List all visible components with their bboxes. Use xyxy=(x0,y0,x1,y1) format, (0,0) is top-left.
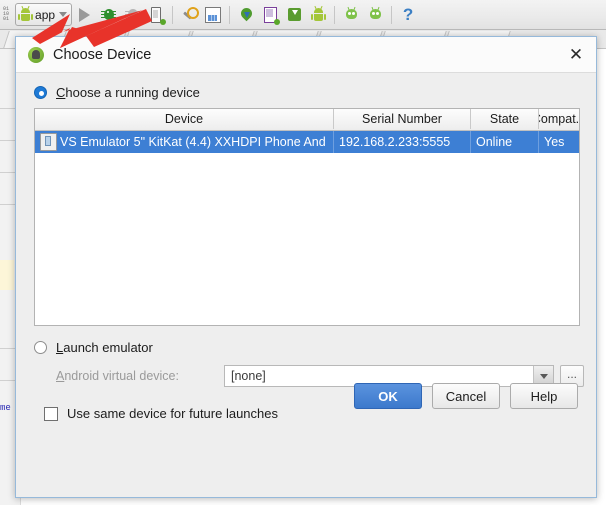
column-header-compatible[interactable]: Compat... xyxy=(539,109,579,129)
cancel-button[interactable]: Cancel xyxy=(432,383,500,409)
phone-device-icon xyxy=(40,133,57,151)
toolbar-separator-2 xyxy=(229,5,231,24)
close-icon[interactable]: ✕ xyxy=(566,45,586,65)
chevron-down-icon xyxy=(59,12,68,17)
ok-button[interactable]: OK xyxy=(354,383,422,409)
cell-device-text: VS Emulator 5" KitKat (4.4) XXHDPI Phone… xyxy=(60,135,326,149)
avd-label: Android virtual device: xyxy=(56,369,179,383)
choose-running-device-radio[interactable]: Choose a running device xyxy=(16,73,596,106)
ide-main-toolbar: 01 10 01 app ? xyxy=(0,0,606,30)
dialog-body: Choose a running device Device Serial Nu… xyxy=(16,73,596,421)
layout-inspector-icon[interactable] xyxy=(202,4,224,26)
choose-device-dialog: Choose Device ✕ Choose a running device … xyxy=(15,36,597,498)
table-row[interactable]: VS Emulator 5" KitKat (4.4) XXHDPI Phone… xyxy=(35,131,579,153)
sdk-download-icon[interactable] xyxy=(283,4,305,26)
radio-launch-emulator-indicator xyxy=(34,341,47,354)
column-header-state[interactable]: State xyxy=(471,109,539,129)
alien-icon-1[interactable] xyxy=(340,4,362,26)
device-table[interactable]: Device Serial Number State Compat... VS … xyxy=(34,108,580,326)
radio-running-device-label: Choose a running device xyxy=(56,85,200,100)
avd-selected-value: [none] xyxy=(231,369,266,383)
toolbar-separator-4 xyxy=(391,5,393,24)
location-icon[interactable] xyxy=(235,4,257,26)
radio-running-device-indicator xyxy=(34,86,47,99)
toolbar-separator-1 xyxy=(172,5,174,24)
attach-debugger-icon[interactable] xyxy=(121,4,143,26)
column-header-device[interactable]: Device xyxy=(35,109,334,129)
run-config-label: app xyxy=(35,7,56,22)
help-icon[interactable]: ? xyxy=(397,4,419,26)
device-monitor-icon[interactable] xyxy=(259,4,281,26)
android-avatar-icon xyxy=(28,46,44,63)
column-header-serial-number[interactable]: Serial Number xyxy=(334,109,471,129)
alien-icon-2[interactable] xyxy=(364,4,386,26)
dialog-title-bar: Choose Device ✕ xyxy=(16,37,596,73)
avd-manager-icon[interactable] xyxy=(307,4,329,26)
run-icon[interactable] xyxy=(73,4,95,26)
cell-device: VS Emulator 5" KitKat (4.4) XXHDPI Phone… xyxy=(35,131,334,153)
cell-serial: 192.168.2.233:5555 xyxy=(334,131,471,153)
android-robot-icon-2 xyxy=(310,5,326,21)
sdk-manager-icon[interactable] xyxy=(178,4,200,26)
device-debug-icon[interactable] xyxy=(145,4,167,26)
launch-emulator-radio[interactable]: Launch emulator xyxy=(16,326,596,355)
dialog-button-row: OK Cancel Help xyxy=(16,383,596,409)
debug-icon[interactable] xyxy=(97,4,119,26)
cell-state: Online xyxy=(471,131,539,153)
help-button[interactable]: Help xyxy=(510,383,578,409)
binary-indicator-icon: 01 10 01 xyxy=(3,6,10,22)
radio-launch-emulator-label: Launch emulator xyxy=(56,340,153,355)
android-robot-icon xyxy=(18,5,34,21)
screenshot-root: me 01 10 01 app ? Choose Device ✕ Choose… xyxy=(0,0,606,505)
editor-highlight xyxy=(0,260,14,290)
run-config-dropdown[interactable]: app xyxy=(15,3,73,26)
cell-compatible: Yes xyxy=(544,135,565,149)
dialog-title: Choose Device xyxy=(53,46,152,63)
toolbar-separator-3 xyxy=(334,5,336,24)
device-table-header: Device Serial Number State Compat... xyxy=(35,109,579,131)
